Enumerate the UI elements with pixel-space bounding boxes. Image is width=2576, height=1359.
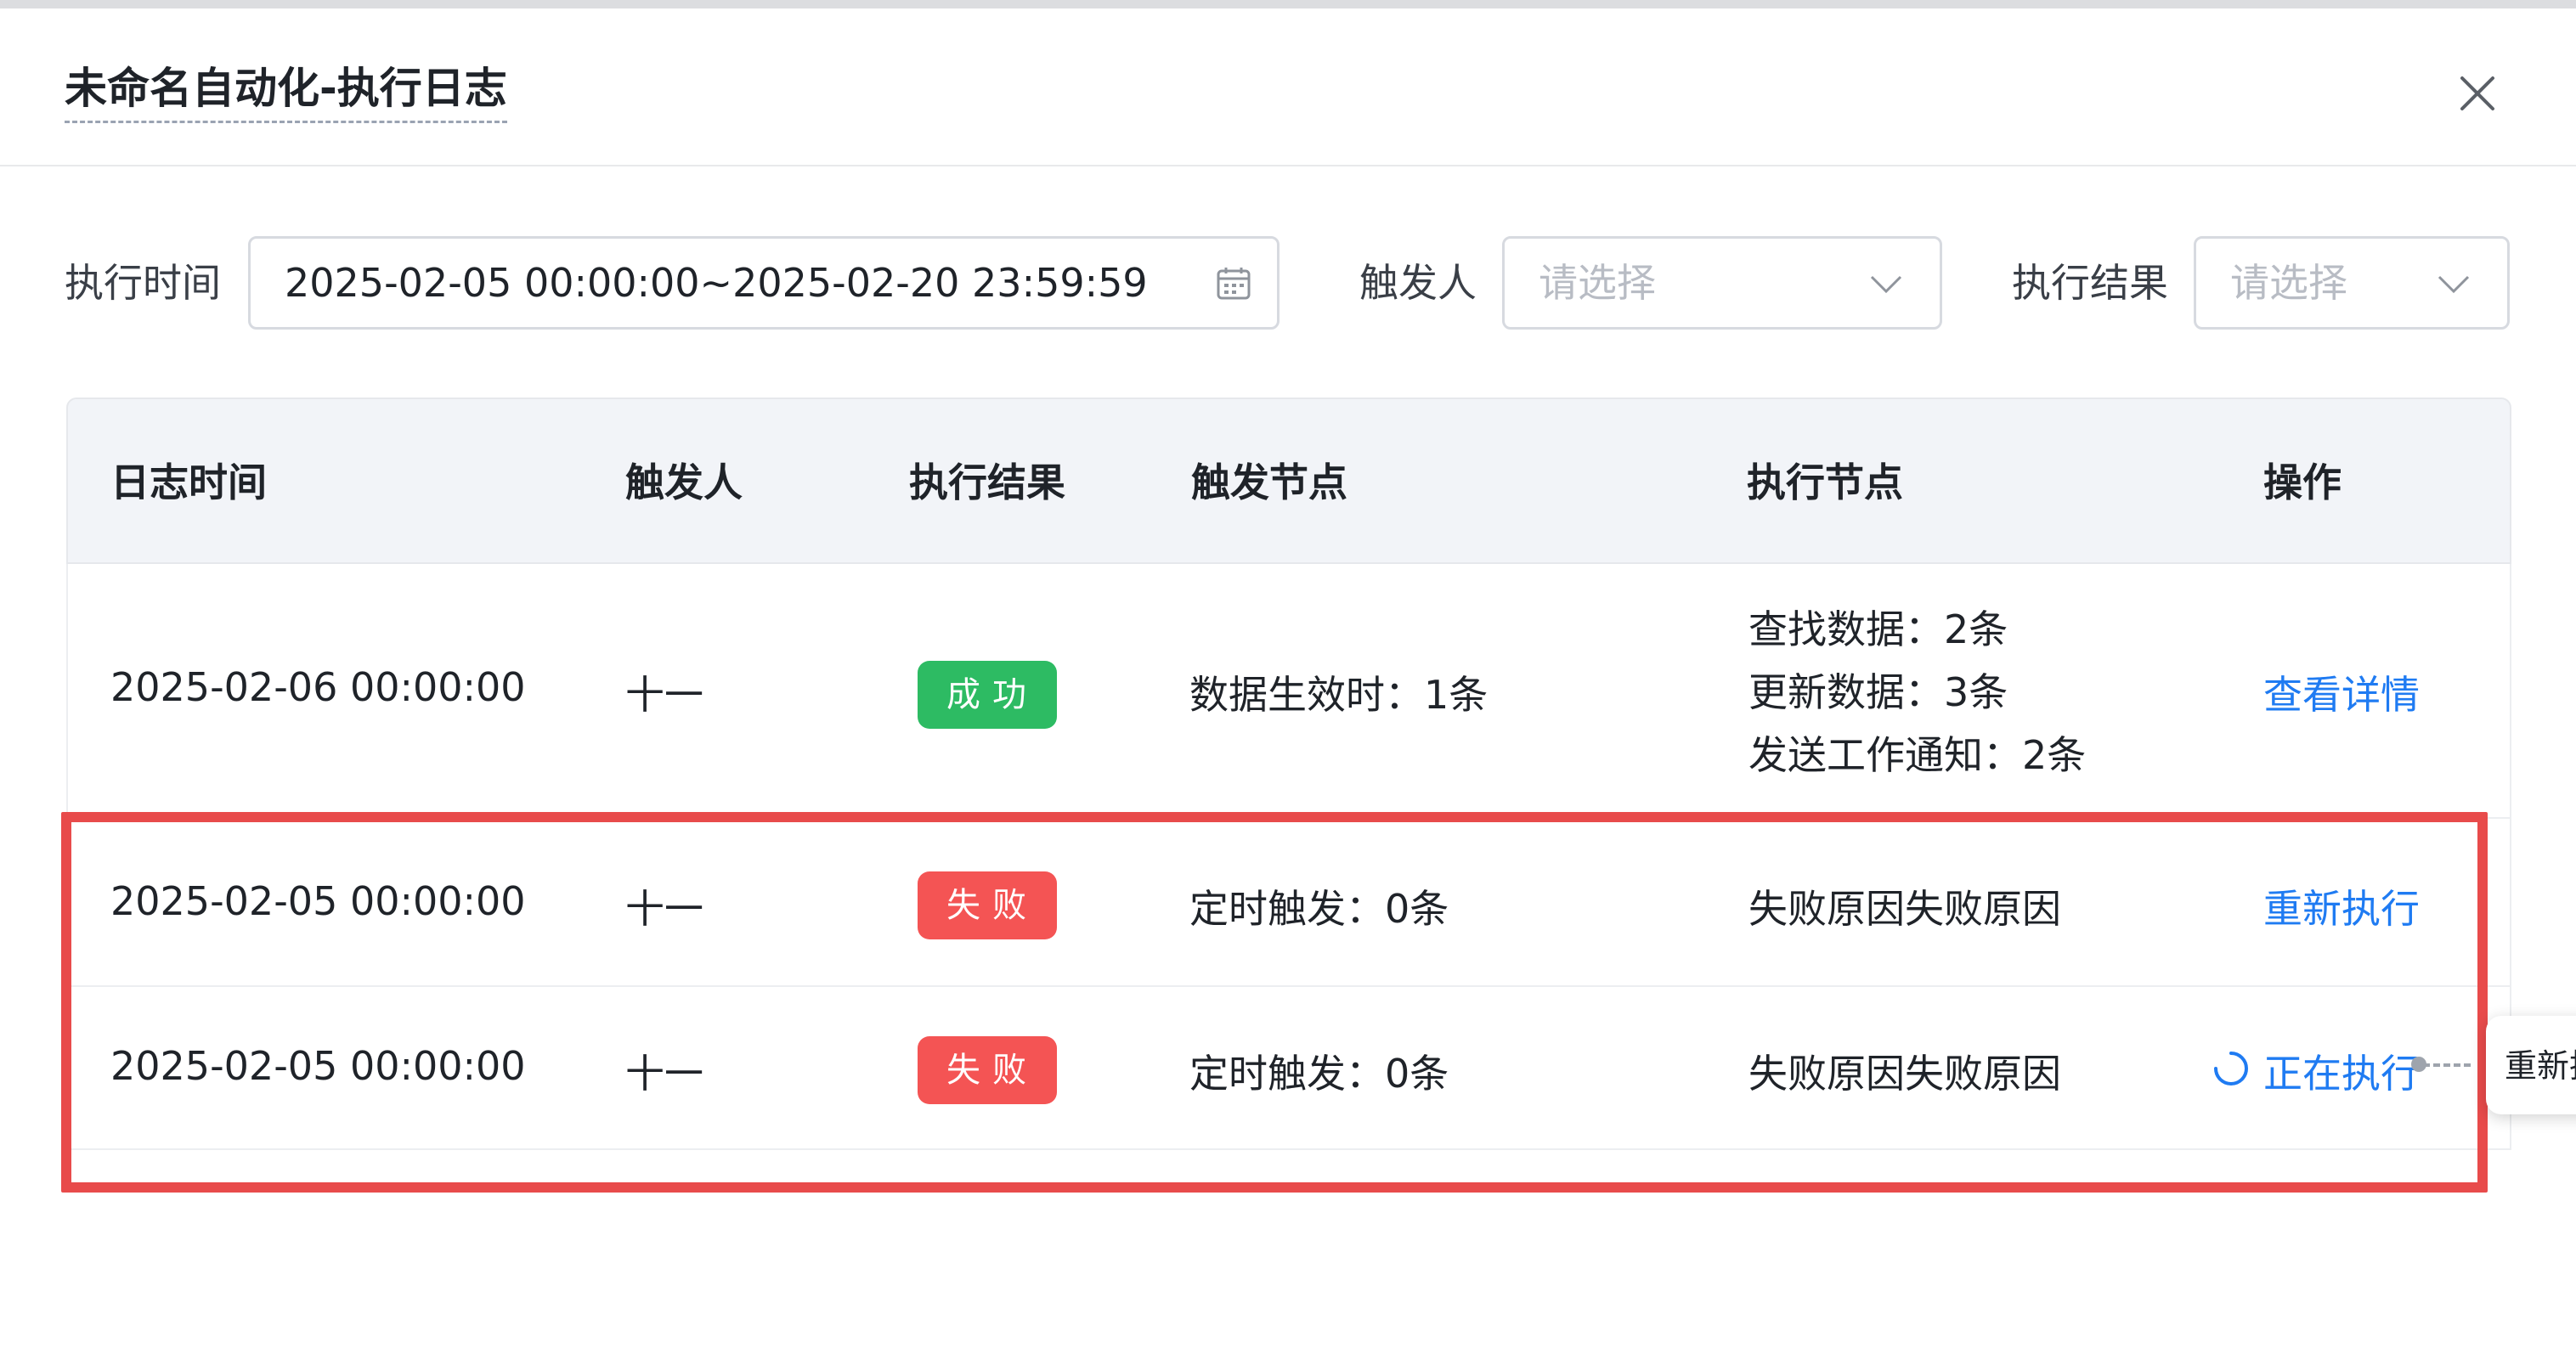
log-table: 日志时间 触发人 执行结果 触发节点 执行节点 操作 2025-02-06 00… bbox=[66, 398, 2511, 1150]
loading-spinner-icon bbox=[2212, 1050, 2250, 1087]
exec-time-value: 2025-02-05 00:00:00~2025-02-20 23:59:59 bbox=[285, 260, 1148, 306]
table-header: 日志时间 触发人 执行结果 触发节点 执行节点 操作 bbox=[66, 398, 2511, 564]
exec-node-cell: 失败原因失败原因 bbox=[1748, 886, 2061, 932]
log-time-cell: 2025-02-05 00:00:00 bbox=[110, 1043, 526, 1089]
rerun-tooltip: 重新执 bbox=[2486, 1016, 2576, 1114]
log-time-cell: 2025-02-05 00:00:00 bbox=[110, 878, 526, 924]
exec-node-cell: 查找数据：2条 更新数据：3条 发送工作通知：2条 bbox=[1748, 598, 2086, 787]
column-header-trigger-person: 触发人 bbox=[625, 460, 743, 505]
trigger-person-cell: 十一 bbox=[625, 886, 703, 932]
trigger-node-cell: 定时触发：0条 bbox=[1189, 1051, 1449, 1097]
exec-node-line: 更新数据：3条 bbox=[1748, 669, 2008, 715]
exec-result-label: 执行结果 bbox=[2012, 260, 2168, 306]
exec-node-cell: 失败原因失败原因 bbox=[1748, 1051, 2061, 1097]
rerun-link[interactable]: 重新执行 bbox=[2263, 878, 2420, 934]
chevron-down-icon bbox=[2434, 264, 2473, 303]
trigger-person-label: 触发人 bbox=[1359, 260, 1477, 306]
running-status-link[interactable]: 正在执行 bbox=[2263, 1043, 2420, 1099]
status-badge-fail: 失败 bbox=[918, 871, 1057, 939]
column-header-trigger-node: 触发节点 bbox=[1191, 460, 1347, 505]
close-button[interactable] bbox=[2452, 68, 2503, 119]
chevron-down-icon bbox=[1867, 264, 1906, 303]
dialog-title: 未命名自动化-执行日志 bbox=[65, 61, 507, 123]
dialog-header: 未命名自动化-执行日志 bbox=[0, 8, 2576, 166]
top-strip bbox=[0, 0, 2576, 8]
log-time-cell: 2025-02-06 00:00:00 bbox=[110, 664, 526, 710]
exec-time-label: 执行时间 bbox=[65, 260, 221, 306]
calendar-icon bbox=[1214, 264, 1253, 303]
column-header-actions: 操作 bbox=[2263, 460, 2342, 505]
exec-time-range-picker[interactable]: 2025-02-05 00:00:00~2025-02-20 23:59:59 bbox=[248, 236, 1280, 330]
status-badge-success: 成功 bbox=[918, 661, 1057, 729]
close-icon bbox=[2460, 76, 2494, 110]
table-row: 2025-02-05 00:00:00 十一 失败 定时触发：0条 失败原因失败… bbox=[66, 819, 2511, 987]
status-badge-fail: 失败 bbox=[918, 1036, 1057, 1104]
trigger-node-cell: 数据生效时：1条 bbox=[1189, 672, 1489, 718]
trigger-person-select[interactable]: 请选择 bbox=[1502, 236, 1942, 330]
exec-result-placeholder: 请选择 bbox=[2230, 260, 2347, 306]
exec-node-line: 发送工作通知：2条 bbox=[1748, 732, 2087, 778]
trigger-person-cell: 十一 bbox=[625, 1051, 703, 1097]
trigger-person-cell: 十一 bbox=[625, 672, 703, 718]
exec-node-line: 查找数据：2条 bbox=[1748, 606, 2008, 652]
exec-result-select[interactable]: 请选择 bbox=[2194, 236, 2510, 330]
table-row: 2025-02-06 00:00:00 十一 成功 数据生效时：1条 查找数据：… bbox=[66, 564, 2511, 819]
column-header-exec-result: 执行结果 bbox=[909, 460, 1065, 505]
trigger-node-cell: 定时触发：0条 bbox=[1189, 886, 1449, 932]
column-header-log-time: 日志时间 bbox=[110, 460, 267, 505]
filter-bar: 执行时间 2025-02-05 00:00:00~2025-02-20 23:5… bbox=[65, 236, 2511, 330]
tooltip-connector bbox=[2423, 1063, 2471, 1067]
view-details-link[interactable]: 查看详情 bbox=[2263, 664, 2420, 720]
trigger-person-placeholder: 请选择 bbox=[1539, 260, 1656, 306]
column-header-exec-node: 执行节点 bbox=[1747, 460, 1903, 505]
tooltip-text: 重新执 bbox=[2505, 1047, 2576, 1085]
table-row: 2025-02-05 00:00:00 十一 失败 定时触发：0条 失败原因失败… bbox=[66, 987, 2511, 1150]
